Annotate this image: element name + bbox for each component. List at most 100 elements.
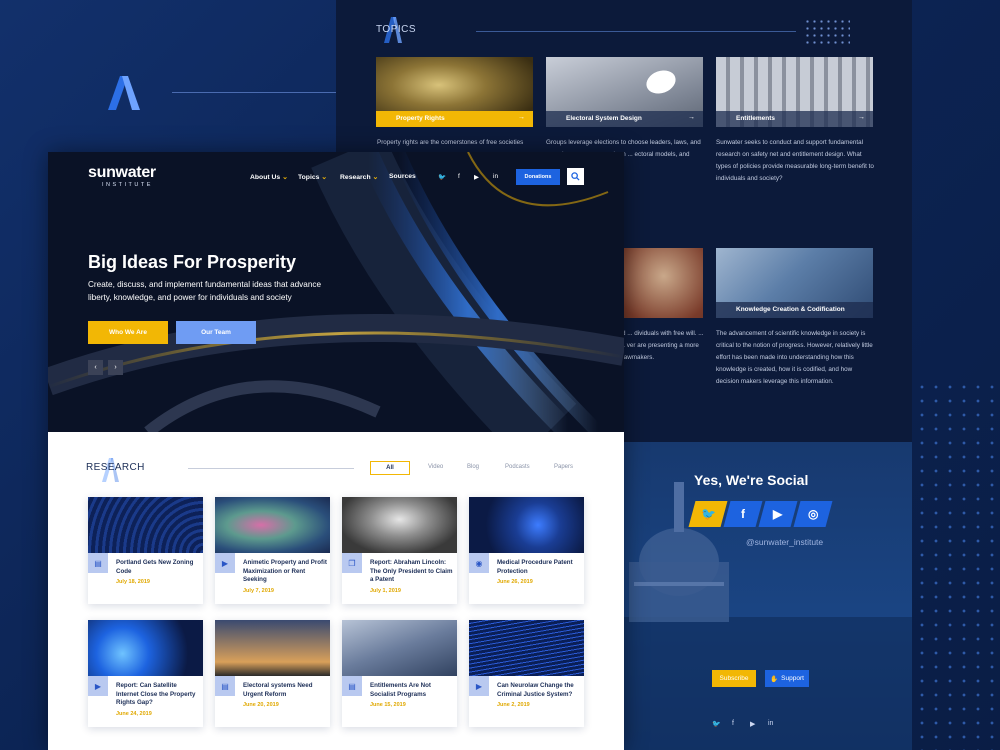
subscribe-button[interactable]: Subscribe: [712, 670, 756, 687]
arrow-right-icon: →: [518, 114, 525, 121]
card-date: July 7, 2019: [243, 588, 274, 594]
topic-card-property-rights[interactable]: Property Rights →: [376, 57, 533, 127]
search-icon: [571, 172, 580, 181]
card-date: June 2, 2019: [497, 702, 530, 708]
research-card[interactable]: ▤ Entitlements Are Not Socialist Program…: [342, 620, 457, 727]
card-title: Report: Can Satellite Internet Close the…: [116, 682, 196, 706]
donations-button[interactable]: Donations: [516, 169, 560, 185]
topic-desc: Sunwater seeks to conduct and support fu…: [716, 139, 874, 182]
card-date: June 15, 2019: [370, 702, 406, 708]
twitter-icon[interactable]: 🐦: [438, 173, 446, 181]
search-button[interactable]: [567, 168, 584, 185]
card-date: June 20, 2019: [243, 702, 279, 708]
document-icon: ▤: [88, 553, 108, 573]
topics-divider: [476, 31, 796, 32]
topic-caption: Electoral System Design →: [546, 111, 703, 127]
decor-line: [172, 92, 336, 93]
sunwater-a-logo: [108, 76, 140, 110]
twitter-icon[interactable]: 🐦: [712, 720, 721, 728]
research-card[interactable]: ▶ Report: Can Satellite Internet Close t…: [88, 620, 203, 727]
topics-heading: TOPICS: [376, 24, 417, 35]
carousel-prev-button[interactable]: ‹: [88, 360, 103, 375]
chevron-down-icon: ⌄: [282, 174, 288, 181]
hero-section: sunwater INSTITUTE About Us ⌄ Topics ⌄ R…: [48, 152, 624, 432]
filter-podcasts[interactable]: Podcasts: [505, 464, 530, 470]
facebook-icon[interactable]: f: [458, 173, 460, 180]
facebook-icon[interactable]: f: [732, 720, 734, 727]
nav-label: Research: [340, 174, 371, 181]
capitol-image: [624, 482, 912, 750]
facebook-icon: f: [741, 507, 745, 521]
twitter-icon: 🐦: [700, 507, 716, 521]
card-image: [88, 497, 203, 553]
chevron-down-icon: ⌄: [372, 174, 379, 181]
chevron-right-icon: ›: [114, 364, 117, 371]
topic-card-entitlements[interactable]: Entitlements →: [716, 57, 873, 127]
play-icon: ▶: [88, 676, 108, 696]
card-title: Animetic Property and Profit Maximizatio…: [243, 559, 327, 583]
research-card[interactable]: ▤ Portland Gets New Zoning Code July 18,…: [88, 497, 203, 604]
site-logo[interactable]: sunwater INSTITUTE: [88, 164, 156, 188]
nav-research[interactable]: Research ⌄: [340, 173, 378, 181]
research-heading: RESEARCH: [86, 462, 145, 473]
nav-sources[interactable]: Sources: [389, 173, 416, 180]
card-title: Electoral systems Need Urgent Reform: [243, 682, 313, 698]
research-card[interactable]: ▶ Can Neurolaw Change the Criminal Justi…: [469, 620, 584, 727]
play-icon: ▶: [469, 676, 489, 696]
social-section: [624, 442, 912, 750]
social-title: Yes, We're Social: [694, 472, 809, 488]
arrow-right-icon: →: [858, 114, 865, 121]
topic-card-electoral[interactable]: Electoral System Design →: [546, 57, 703, 127]
topic-caption: Knowledge Creation & Codification: [716, 302, 873, 318]
nav-topics[interactable]: Topics ⌄: [298, 173, 327, 181]
our-team-button[interactable]: Our Team: [176, 321, 256, 344]
dot-pattern: [915, 380, 1000, 750]
support-button[interactable]: ✋ Support: [765, 670, 809, 687]
document-icon: ▤: [215, 676, 235, 696]
arrow-right-icon: →: [688, 114, 695, 121]
research-card[interactable]: ◉ Medical Procedure Patent Protection Ju…: [469, 497, 584, 604]
filter-all[interactable]: All: [370, 461, 410, 475]
topic-card-knowledge[interactable]: Knowledge Creation & Codification: [716, 248, 873, 318]
card-image: [215, 497, 330, 553]
research-card[interactable]: ▶ Animetic Property and Profit Maximizat…: [215, 497, 330, 604]
research-card[interactable]: ❐ Report: Abraham Lincoln: The Only Pres…: [342, 497, 457, 604]
topic-label: Electoral System Design: [566, 115, 642, 122]
chevron-down-icon: ⌄: [321, 174, 327, 181]
card-image: [342, 497, 457, 553]
card-image: [469, 497, 584, 553]
dot-pattern: [804, 18, 850, 46]
nav-label: Sources: [389, 173, 416, 180]
topic-caption: Property Rights →: [376, 111, 533, 127]
youtube-icon[interactable]: ▶: [750, 720, 755, 728]
hero-subtitle: Create, discuss, and implement fundament…: [88, 280, 322, 302]
card-title: Entitlements Are Not Socialist Programs: [370, 682, 431, 698]
topic-label: Property Rights: [396, 115, 445, 122]
copy-icon: ❐: [342, 553, 362, 573]
topic-caption: Entitlements →: [716, 111, 873, 127]
nav-label: About Us: [250, 174, 281, 181]
card-date: July 18, 2019: [116, 579, 150, 585]
filter-papers[interactable]: Papers: [554, 464, 573, 470]
social-handle[interactable]: @sunwater_institute: [746, 537, 823, 547]
research-card[interactable]: ▤ Electoral systems Need Urgent Reform J…: [215, 620, 330, 727]
carousel-next-button[interactable]: ›: [108, 360, 123, 375]
card-title: Medical Procedure Patent Protection: [497, 559, 573, 575]
topic-label: Knowledge Creation & Codification: [736, 306, 845, 313]
support-label: Support: [781, 675, 804, 682]
topic-label: Entitlements: [736, 115, 776, 122]
hand-icon: ✋: [770, 675, 779, 683]
research-divider: [188, 468, 354, 469]
linkedin-icon[interactable]: in: [768, 720, 773, 727]
youtube-icon[interactable]: ▶: [474, 173, 479, 181]
nav-label: Topics: [298, 174, 320, 181]
card-title: Report: Abraham Lincoln: The Only Presid…: [370, 559, 453, 583]
filter-video[interactable]: Video: [428, 464, 443, 470]
card-image: [469, 620, 584, 676]
card-image: [342, 620, 457, 676]
linkedin-icon[interactable]: in: [493, 173, 498, 180]
who-we-are-button[interactable]: Who We Are: [88, 321, 168, 344]
filter-blog[interactable]: Blog: [467, 464, 479, 470]
nav-about[interactable]: About Us ⌄: [250, 173, 288, 181]
topic-desc: The advancement of scientific knowledge …: [716, 330, 873, 385]
